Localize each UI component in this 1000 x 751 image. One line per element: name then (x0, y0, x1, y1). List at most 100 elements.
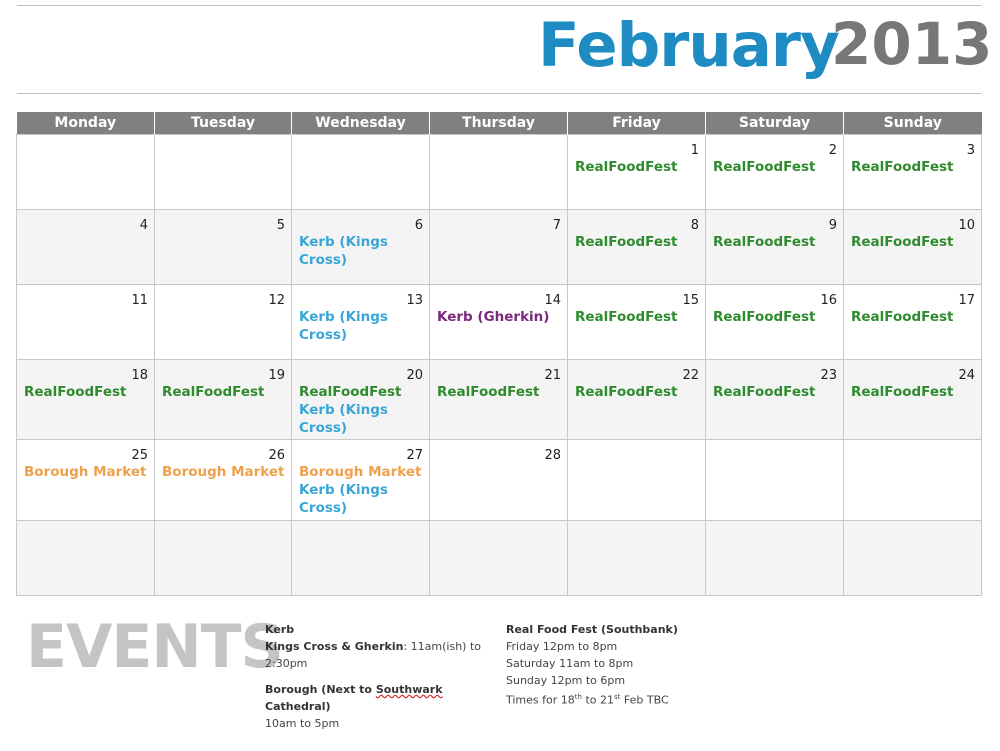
weekday-header: Saturday (705, 112, 844, 135)
year-title: 2013 (831, 10, 993, 78)
event-label-kerb: Kerb (Kings Cross) (299, 482, 388, 516)
day-events: RealFoodFest (575, 308, 701, 326)
event-label-kerb: Kerb (Kings Cross) (299, 234, 388, 268)
day-events: Borough Market Kerb (Kings Cross) (299, 463, 425, 517)
calendar-day-cell[interactable]: 12 (154, 284, 292, 360)
day-number: 6 (414, 218, 423, 233)
calendar-day-cell[interactable]: 22 RealFoodFest (567, 359, 706, 440)
day-events: Kerb (Kings Cross) (299, 308, 425, 344)
kerb-info-title: Kerb (265, 623, 295, 636)
calendar-day-cell[interactable] (567, 520, 706, 596)
calendar-day-cell[interactable]: 26 Borough Market (154, 439, 292, 521)
event-label-borough: Borough Market (24, 464, 147, 480)
calendar-day-cell[interactable]: 6 Kerb (Kings Cross) (291, 209, 430, 285)
calendar-day-cell[interactable]: 10 RealFoodFest (843, 209, 982, 285)
day-number: 27 (406, 448, 423, 463)
event-label-rff: RealFoodFest (713, 384, 816, 400)
calendar-day-cell[interactable] (843, 439, 982, 521)
day-number: 14 (544, 293, 561, 308)
calendar-day-cell[interactable]: 9 RealFoodFest (705, 209, 844, 285)
weekday-header: Monday (16, 112, 155, 135)
event-label-rff: RealFoodFest (299, 384, 402, 400)
calendar-day-cell[interactable] (567, 439, 706, 521)
calendar-day-cell[interactable]: 19 RealFoodFest (154, 359, 292, 440)
day-number: 5 (276, 218, 285, 233)
day-number: 1 (690, 143, 699, 158)
day-number: 25 (131, 448, 148, 463)
day-number: 3 (966, 143, 975, 158)
day-events: Kerb (Gherkin) (437, 308, 563, 326)
calendar-day-cell[interactable] (429, 520, 568, 596)
calendar-day-cell[interactable]: 28 (429, 439, 568, 521)
calendar-day-cell[interactable]: 14 Kerb (Gherkin) (429, 284, 568, 360)
calendar-week-row: 1 RealFoodFest 2 RealFoodFest 3 RealFoodFest (16, 134, 982, 210)
calendar-day-cell[interactable]: 15 RealFoodFest (567, 284, 706, 360)
day-number: 20 (406, 368, 423, 383)
calendar-day-cell[interactable] (291, 520, 430, 596)
weekday-header: Thursday (429, 112, 568, 135)
day-number: 12 (268, 293, 285, 308)
calendar-day-cell[interactable]: 7 (429, 209, 568, 285)
event-label-rff: RealFoodFest (851, 384, 954, 400)
day-number: 26 (268, 448, 285, 463)
day-events: RealFoodFest (851, 308, 977, 326)
tbc-text-c: Feb TBC (620, 693, 669, 707)
event-label-rff: RealFoodFest (575, 384, 678, 400)
event-label-kerb: Kerb (Kings Cross) (299, 309, 388, 343)
calendar-week-row (16, 520, 982, 596)
weekday-header: Sunday (843, 112, 982, 135)
rff-tbc-line: Times for 18th to 21st Feb TBC (506, 689, 736, 709)
calendar-day-cell[interactable]: 3 RealFoodFest (843, 134, 982, 210)
day-number: 19 (268, 368, 285, 383)
day-number: 17 (958, 293, 975, 308)
calendar-day-cell[interactable] (154, 520, 292, 596)
calendar-day-cell[interactable]: 27 Borough Market Kerb (Kings Cross) (291, 439, 430, 521)
borough-label-c: Cathedral) (265, 700, 331, 713)
calendar-day-cell[interactable] (291, 134, 430, 210)
calendar-day-cell[interactable]: 23 RealFoodFest (705, 359, 844, 440)
kerb-location-label: Kings Cross & Gherkin (265, 640, 404, 653)
day-number: 7 (552, 218, 561, 233)
calendar-day-cell[interactable]: 18 RealFoodFest (16, 359, 155, 440)
event-label-rff: RealFoodFest (713, 309, 816, 325)
event-label-rff: RealFoodFest (24, 384, 127, 400)
calendar-grid: Monday Tuesday Wednesday Thursday Friday… (16, 112, 982, 596)
events-heading: EVENTS (26, 612, 284, 682)
calendar-day-cell[interactable]: 21 RealFoodFest (429, 359, 568, 440)
day-events: RealFoodFest (713, 158, 839, 176)
calendar-day-cell[interactable] (705, 439, 844, 521)
calendar-day-cell[interactable]: 17 RealFoodFest (843, 284, 982, 360)
tbc-text-b: to 21 (581, 693, 615, 707)
tbc-sup-th: th (574, 693, 582, 701)
calendar-day-cell[interactable]: 13 Kerb (Kings Cross) (291, 284, 430, 360)
calendar-day-cell[interactable]: 16 RealFoodFest (705, 284, 844, 360)
calendar-day-cell[interactable]: 25 Borough Market (16, 439, 155, 521)
borough-label-southwark: Southwark (375, 683, 443, 696)
calendar-day-cell[interactable]: 20 RealFoodFest Kerb (Kings Cross) (291, 359, 430, 440)
calendar-day-cell[interactable] (705, 520, 844, 596)
day-events: RealFoodFest (437, 383, 563, 401)
day-events: RealFoodFest (575, 383, 701, 401)
day-events: RealFoodFest (24, 383, 150, 401)
calendar-day-cell[interactable] (429, 134, 568, 210)
day-number: 8 (690, 218, 699, 233)
rff-info-title: Real Food Fest (Southbank) (506, 623, 678, 636)
rff-hours-line: Saturday 11am to 8pm (506, 657, 634, 670)
month-title: February (538, 10, 840, 81)
rff-info: Real Food Fest (Southbank) Friday 12pm t… (506, 621, 736, 709)
calendar-day-cell[interactable]: 24 RealFoodFest (843, 359, 982, 440)
event-label-rff: RealFoodFest (575, 309, 678, 325)
day-events: RealFoodFest Kerb (Kings Cross) (299, 383, 425, 437)
calendar-day-cell[interactable]: 4 (16, 209, 155, 285)
calendar-day-cell[interactable]: 8 RealFoodFest (567, 209, 706, 285)
calendar-day-cell[interactable] (154, 134, 292, 210)
calendar-day-cell[interactable]: 11 (16, 284, 155, 360)
day-events: RealFoodFest (162, 383, 287, 401)
calendar-day-cell[interactable] (16, 134, 155, 210)
calendar-day-cell[interactable] (16, 520, 155, 596)
calendar-day-cell[interactable] (843, 520, 982, 596)
calendar-day-cell[interactable]: 1 RealFoodFest (567, 134, 706, 210)
calendar-day-cell[interactable]: 5 (154, 209, 292, 285)
header-divider (17, 93, 981, 94)
calendar-day-cell[interactable]: 2 RealFoodFest (705, 134, 844, 210)
